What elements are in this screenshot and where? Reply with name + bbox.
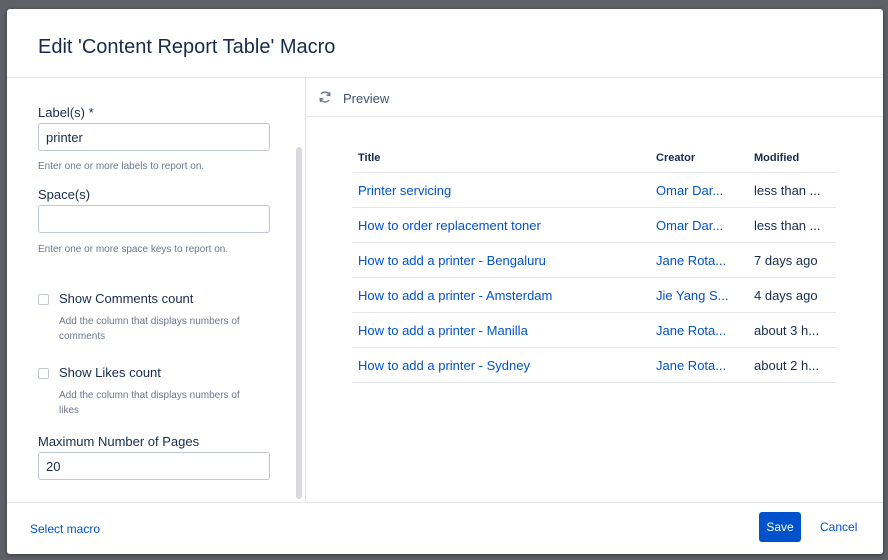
creator-link[interactable]: Omar Dar... — [650, 207, 748, 243]
page-title-link[interactable]: How to add a printer - Manilla — [352, 312, 650, 348]
page-title-link[interactable]: How to add a printer - Amsterdam — [352, 277, 650, 313]
modified-date: 7 days ago — [748, 242, 836, 278]
refresh-icon[interactable] — [318, 90, 332, 104]
modified-date: 4 days ago — [748, 277, 836, 313]
spaces-help-text: Enter one or more space keys to report o… — [38, 244, 229, 255]
creator-link[interactable]: Jie Yang S... — [650, 277, 748, 313]
modified-column-header: Modified — [748, 144, 836, 173]
table-row: How to add a printer - Amsterdam Jie Yan… — [352, 277, 836, 313]
creator-link[interactable]: Jane Rota... — [650, 312, 748, 348]
dialog-header: Edit 'Content Report Table' Macro — [7, 9, 883, 78]
modified-date: less than ... — [748, 207, 836, 243]
table-row: How to add a printer - Manilla Jane Rota… — [352, 312, 836, 348]
max-pages-field-label: Maximum Number of Pages — [38, 434, 200, 449]
cancel-button[interactable]: Cancel — [820, 520, 857, 534]
preview-panel: Preview Title Creator Modified Printer s… — [306, 78, 883, 502]
table-header-row: Title Creator Modified — [352, 144, 836, 173]
select-macro-link[interactable]: Select macro — [30, 522, 100, 536]
table-row: How to order replacement toner Omar Dar.… — [352, 207, 836, 243]
page-title-link[interactable]: How to order replacement toner — [352, 207, 650, 243]
creator-column-header: Creator — [650, 144, 748, 173]
preview-label: Preview — [343, 91, 390, 106]
show-likes-help-text: Add the column that displays numbers of … — [59, 390, 240, 416]
spaces-input[interactable] — [38, 205, 270, 233]
page-title-link[interactable]: How to add a printer - Bengaluru — [352, 242, 650, 278]
content-report-table: Title Creator Modified Printer servicing… — [352, 144, 836, 383]
labels-help-text: Enter one or more labels to report on. — [38, 161, 205, 172]
show-comments-help-text: Add the column that displays numbers of … — [59, 316, 240, 342]
show-comments-checkbox[interactable] — [38, 294, 49, 305]
show-comments-label[interactable]: Show Comments count — [59, 291, 193, 306]
macro-dialog: Edit 'Content Report Table' Macro Label(… — [7, 9, 883, 554]
save-button[interactable]: Save — [759, 512, 801, 542]
modified-date: less than ... — [748, 172, 836, 208]
page-title-link[interactable]: Printer servicing — [352, 172, 650, 208]
labels-field-label: Label(s) * — [38, 105, 94, 120]
dialog-title: Edit 'Content Report Table' Macro — [38, 36, 336, 58]
modified-date: about 2 h... — [748, 347, 836, 383]
creator-link[interactable]: Jane Rota... — [650, 242, 748, 278]
creator-link[interactable]: Omar Dar... — [650, 172, 748, 208]
modified-date: about 3 h... — [748, 312, 836, 348]
show-likes-label[interactable]: Show Likes count — [59, 365, 161, 380]
max-pages-input[interactable] — [38, 452, 270, 480]
show-likes-checkbox[interactable] — [38, 368, 49, 379]
dialog-footer: Select macro Save Cancel — [7, 502, 883, 554]
creator-link[interactable]: Jane Rota... — [650, 347, 748, 383]
table-row: How to add a printer - Bengaluru Jane Ro… — [352, 242, 836, 278]
macro-options-panel: Label(s) * Enter one or more labels to r… — [7, 78, 306, 502]
preview-header: Preview — [306, 78, 883, 117]
options-scrollbar[interactable] — [296, 147, 302, 499]
table-row: Printer servicing Omar Dar... less than … — [352, 172, 836, 208]
page-title-link[interactable]: How to add a printer - Sydney — [352, 347, 650, 383]
title-column-header: Title — [352, 144, 650, 173]
table-row: How to add a printer - Sydney Jane Rota.… — [352, 347, 836, 383]
labels-input[interactable] — [38, 123, 270, 151]
spaces-field-label: Space(s) — [38, 187, 91, 202]
